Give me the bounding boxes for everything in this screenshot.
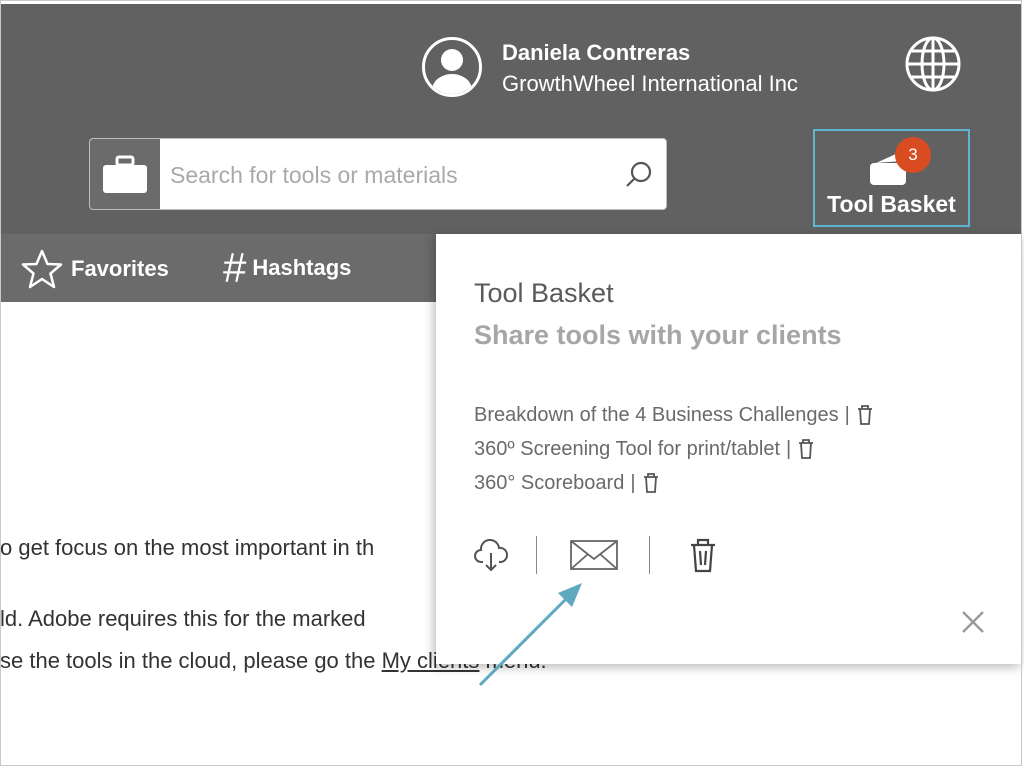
tool-basket-label: Tool Basket	[827, 191, 956, 217]
avatar-icon[interactable]	[422, 37, 482, 97]
email-icon[interactable]	[569, 537, 619, 573]
search-icon[interactable]	[624, 160, 654, 190]
action-divider	[536, 536, 537, 574]
user-company: GrowthWheel International Inc	[502, 71, 798, 96]
close-icon[interactable]	[958, 607, 988, 637]
basket-item-label: Breakdown of the 4 Business Challenges	[474, 403, 839, 426]
item-separator: |	[844, 403, 850, 426]
user-name: Daniela Contreras	[502, 40, 691, 65]
search-bar	[89, 138, 667, 210]
hashtag-icon: #	[223, 244, 247, 291]
popover-actions	[474, 536, 718, 574]
basket-item-label: 360º Screening Tool for print/tablet	[474, 437, 781, 460]
top-header: Daniela Contreras GrowthWheel Internatio…	[1, 4, 1022, 234]
star-icon	[21, 249, 63, 289]
item-separator: |	[630, 471, 636, 494]
basket-item: 360° Scoreboard |	[474, 466, 874, 500]
item-separator: |	[786, 437, 792, 460]
body-text-line: ld. Adobe requires this for the marked	[0, 606, 366, 631]
annotation-arrow	[478, 583, 582, 687]
popover-subtitle: Share tools with your clients	[474, 320, 842, 350]
nav-item-label: Hashtags	[252, 255, 352, 280]
globe-icon[interactable]	[903, 34, 963, 94]
search-input[interactable]	[168, 155, 612, 195]
basket-item: Breakdown of the 4 Business Challenges |	[474, 398, 874, 432]
basket-item-label: 360° Scoreboard	[474, 471, 625, 494]
cloud-download-icon[interactable]	[474, 538, 508, 572]
trash-icon[interactable]	[642, 472, 660, 494]
nav-item-hashtags[interactable]: # Hashtags	[223, 244, 352, 291]
tool-basket-button[interactable]: 3 Tool Basket	[813, 129, 970, 227]
trash-icon[interactable]	[856, 404, 874, 426]
trash-icon[interactable]	[797, 438, 815, 460]
basket-item: 360º Screening Tool for print/tablet |	[474, 432, 874, 466]
basket-count-badge: 3	[895, 137, 931, 173]
action-divider	[649, 536, 650, 574]
trash-all-icon[interactable]	[688, 537, 718, 573]
nav-item-label: Favorites	[71, 256, 169, 281]
briefcase-icon[interactable]	[90, 139, 160, 209]
body-text-prefix: se the tools in the cloud, please go the	[0, 648, 382, 673]
popover-title: Tool Basket	[474, 278, 614, 308]
nav-item-favorites[interactable]: Favorites	[19, 248, 169, 290]
body-text-line: o get focus on the most important in th	[0, 535, 375, 560]
basket-list: Breakdown of the 4 Business Challenges |…	[474, 398, 874, 500]
